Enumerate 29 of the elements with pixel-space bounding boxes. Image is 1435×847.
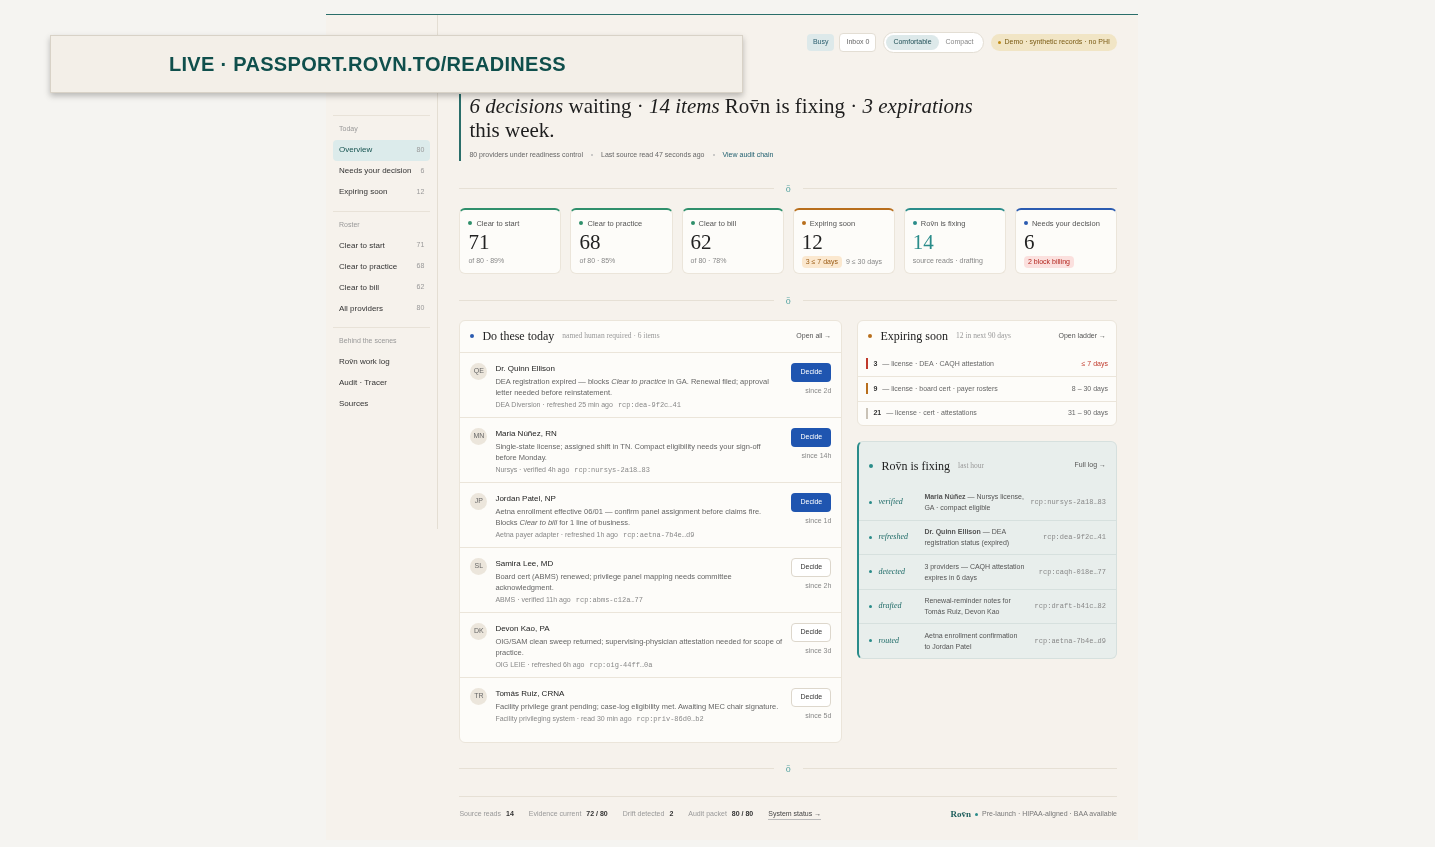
stat-value: 68 <box>579 228 602 255</box>
fix-verb: detected <box>878 565 907 578</box>
provider-name: Maria Núñez, RN <box>495 427 558 440</box>
provider-name: Devon Kao, PA <box>495 622 551 635</box>
divider-glyph: ō <box>785 761 791 776</box>
provider-name: Tomás Ruiz, CRNA <box>495 687 566 700</box>
divider-glyph: ō <box>785 293 791 308</box>
stat-value: 71 <box>468 228 491 255</box>
sidebar-item[interactable]: Audit · Tracer <box>333 372 431 394</box>
brand-logo: Rov̄n <box>950 807 972 821</box>
panel-title: Expiring soon <box>880 328 949 345</box>
sidebar-item[interactable]: Sources <box>333 393 431 415</box>
fix-verb: refreshed <box>878 531 909 544</box>
fix-verb: verified <box>878 496 904 509</box>
fix-verb: routed <box>878 634 900 647</box>
panel-title: Do these today <box>482 328 555 345</box>
sidebar-item[interactable]: Rov̄n work log <box>333 351 431 373</box>
stat-value: 12 <box>801 228 824 255</box>
panel-title: Rov̄n is fixing <box>881 457 951 475</box>
provider-name: Samira Lee, MD <box>495 557 555 570</box>
stat-value: 62 <box>690 228 713 255</box>
provider-name: Dr. Quinn Ellison <box>495 362 556 375</box>
stat-value: 14 <box>912 228 935 255</box>
headline: 6 decisions waiting · 14 items Rov̄n is fixing · 3 expirations this week. <box>469 94 974 142</box>
stat-value: 6 <box>1023 228 1036 255</box>
fix-verb: drafted <box>878 600 903 613</box>
overlay-label: LIVE · PASSPORT.ROVN.TO/READINESS <box>169 52 566 77</box>
divider-glyph: ō <box>785 181 791 196</box>
provider-name: Jordan Patel, NP <box>495 492 557 505</box>
